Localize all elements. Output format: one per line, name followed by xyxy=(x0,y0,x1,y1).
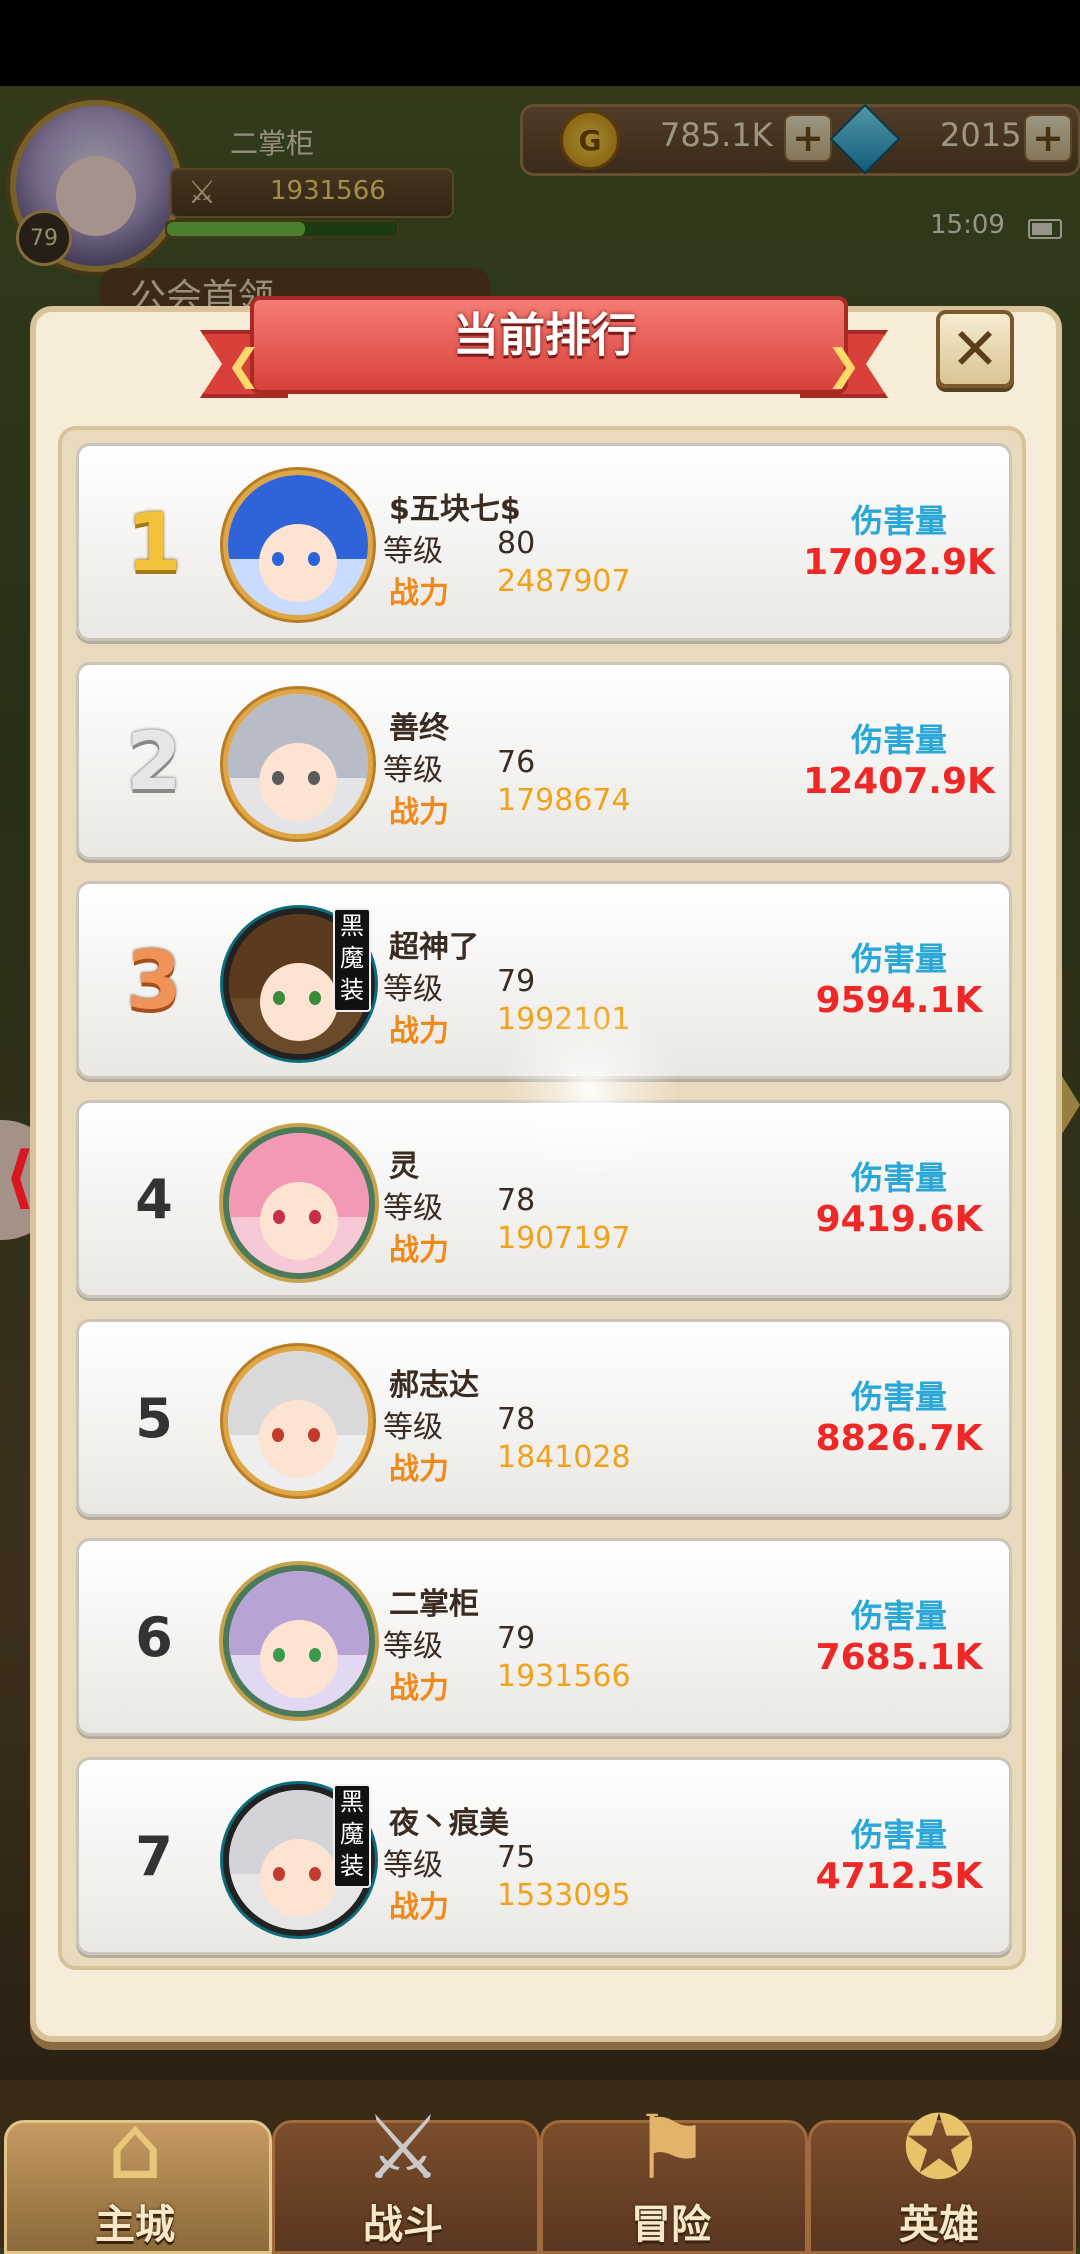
player-avatar xyxy=(223,689,373,839)
player-name: 郝志达 xyxy=(389,1368,479,1403)
ranking-row-1[interactable]: 1 $五块七$ 等级 80 战力 2487907 伤害量 17092.9K xyxy=(76,443,1012,641)
player-name: 夜丶痕美 xyxy=(389,1806,509,1841)
power-value: 1798674 xyxy=(497,783,631,818)
damage-value: 9419.6K xyxy=(815,1199,983,1240)
level-value: 80 xyxy=(497,526,536,561)
ranking-row-2[interactable]: 2 善终 等级 76 战力 1798674 伤害量 12407.9K xyxy=(76,662,1012,860)
power-value: 2487907 xyxy=(497,564,631,599)
damage-value: 8826.7K xyxy=(815,1418,983,1459)
level-label: 等级 xyxy=(383,753,443,788)
nav-label-adventure: 冒险 xyxy=(631,2202,711,2248)
player-avatar xyxy=(223,1127,375,1279)
rank-number: 7 xyxy=(135,1824,173,1888)
damage-label: 伤害量 xyxy=(850,1816,947,1854)
black-magic-badge: 黑魔装 xyxy=(333,1784,371,1888)
damage-value: 4712.5K xyxy=(815,1856,983,1897)
nav-label-main-city: 主城 xyxy=(95,2202,175,2248)
power-label: 战力 xyxy=(389,1671,449,1706)
rank-number: 4 xyxy=(135,1167,173,1231)
power-label: 战力 xyxy=(389,1890,449,1925)
castle-icon: ⌂ xyxy=(107,2095,163,2199)
power-value: 1841028 xyxy=(497,1440,631,1475)
power-label: 战力 xyxy=(389,795,449,830)
level-value: 76 xyxy=(497,745,536,780)
power-label: 战力 xyxy=(389,1014,449,1049)
level-value: 79 xyxy=(497,1621,536,1656)
power-value: 1931566 xyxy=(497,1659,631,1694)
power-label: 战力 xyxy=(389,1452,449,1487)
level-label: 等级 xyxy=(383,534,443,569)
rank-number: 3 xyxy=(126,933,182,1027)
ranking-row-6[interactable]: 6 二掌柜 等级 79 战力 1931566 伤害量 7685.1K xyxy=(76,1538,1012,1736)
power-value: 1907197 xyxy=(497,1221,631,1256)
player-avatar xyxy=(223,470,373,620)
damage-label: 伤害量 xyxy=(850,940,947,978)
ranking-row-7[interactable]: 7 黑魔装 夜丶痕美 等级 75 战力 1533095 伤害量 4712.5K xyxy=(76,1757,1012,1955)
map-icon: ⚑ xyxy=(631,2095,711,2199)
sparkle-effect xyxy=(500,1000,680,1180)
close-icon: ✕ xyxy=(950,315,1000,383)
player-name: 超神了 xyxy=(389,930,479,965)
level-value: 78 xyxy=(497,1402,536,1437)
nav-label-battle: 战斗 xyxy=(363,2202,443,2248)
crest-icon: ✪ xyxy=(902,2095,976,2199)
player-avatar xyxy=(223,1346,373,1496)
damage-value: 9594.1K xyxy=(815,980,983,1021)
level-value: 79 xyxy=(497,964,536,999)
system-status-bar xyxy=(0,0,1080,86)
damage-label: 伤害量 xyxy=(850,721,947,759)
rank-number: 2 xyxy=(126,714,182,808)
damage-label: 伤害量 xyxy=(850,1159,947,1197)
ranking-row-5[interactable]: 5 郝志达 等级 78 战力 1841028 伤害量 8826.7K xyxy=(76,1319,1012,1517)
damage-label: 伤害量 xyxy=(850,1378,947,1416)
level-label: 等级 xyxy=(383,972,443,1007)
level-value: 78 xyxy=(497,1183,536,1218)
damage-value: 7685.1K xyxy=(815,1637,983,1678)
player-name: $五块七$ xyxy=(389,492,521,527)
player-name: 二掌柜 xyxy=(389,1587,479,1622)
damage-value: 17092.9K xyxy=(803,542,995,583)
player-name: 善终 xyxy=(389,711,449,746)
black-magic-badge: 黑魔装 xyxy=(333,908,371,1012)
player-avatar xyxy=(223,1565,375,1717)
power-value: 1533095 xyxy=(497,1878,631,1913)
level-label: 等级 xyxy=(383,1191,443,1226)
rank-number: 1 xyxy=(126,495,182,589)
damage-label: 伤害量 xyxy=(850,502,947,540)
dialog-title: 当前排行 xyxy=(453,308,637,362)
level-value: 75 xyxy=(497,1840,536,1875)
damage-label: 伤害量 xyxy=(850,1597,947,1635)
rank-number: 5 xyxy=(135,1386,173,1450)
power-label: 战力 xyxy=(389,1233,449,1268)
swords-icon: ⚔ xyxy=(363,2095,443,2199)
level-label: 等级 xyxy=(383,1848,443,1883)
rank-number: 6 xyxy=(135,1605,173,1669)
power-label: 战力 xyxy=(389,576,449,611)
nav-label-heroes: 英雄 xyxy=(899,2202,979,2248)
damage-value: 12407.9K xyxy=(803,761,995,802)
player-name: 灵 xyxy=(389,1149,419,1184)
level-label: 等级 xyxy=(383,1410,443,1445)
close-button[interactable]: ✕ xyxy=(936,310,1014,388)
level-label: 等级 xyxy=(383,1629,443,1664)
